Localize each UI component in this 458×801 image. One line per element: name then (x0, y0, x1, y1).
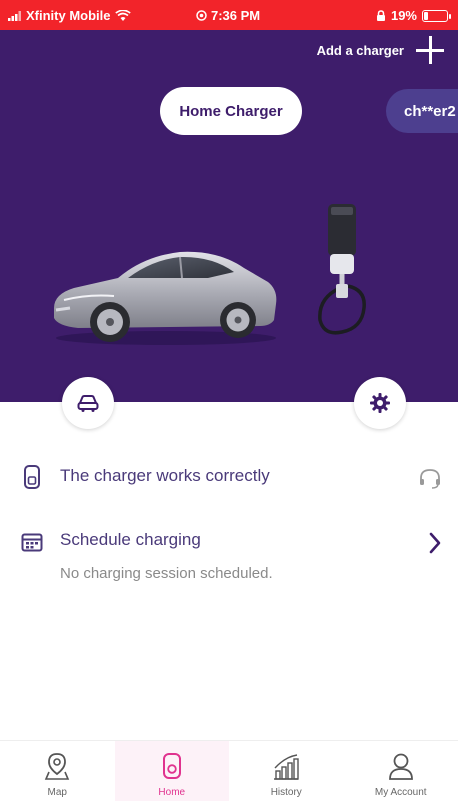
tab-label: Home Charger (179, 102, 283, 120)
map-pin-icon (45, 753, 70, 780)
battery-percent: 19% (390, 8, 417, 23)
vehicle-button[interactable] (62, 377, 114, 429)
schedule-charging-row[interactable]: Schedule charging No charging session sc… (0, 522, 458, 592)
signal-icon (8, 10, 21, 21)
charger-icon (24, 465, 40, 489)
charger-settings-button[interactable] (354, 377, 406, 429)
charger-status-row[interactable]: The charger works correctly (0, 458, 458, 498)
nav-map[interactable]: Map (0, 741, 115, 801)
nav-label: My Account (374, 787, 427, 798)
nav-label: Home (158, 787, 186, 798)
car-illustration (54, 251, 277, 345)
nav-home[interactable]: Home (114, 741, 229, 801)
add-charger-button[interactable]: Add a charger (317, 36, 444, 64)
location-icon (196, 10, 207, 21)
car-icon (77, 395, 99, 412)
schedule-charging-subtitle: No charging session scheduled. (60, 565, 273, 582)
status-bar: Xfinity Mobile 7:36 PM 19% (0, 0, 458, 30)
bottom-navigation: Map Home History My Account (0, 740, 458, 801)
plus-icon (416, 36, 444, 64)
user-icon (388, 753, 413, 780)
status-left: Xfinity Mobile (8, 8, 131, 23)
tab-home-charger[interactable]: Home Charger (160, 87, 302, 135)
nav-label: History (270, 787, 302, 798)
nav-history[interactable]: History (229, 741, 344, 801)
charger-icon (162, 753, 181, 779)
chevron-right-icon[interactable] (428, 532, 442, 554)
tab-label: ch**er2 (404, 102, 456, 120)
clock: 7:36 PM (211, 8, 261, 23)
battery-icon (422, 9, 451, 22)
headset-icon[interactable] (418, 467, 442, 489)
carrier-name: Xfinity Mobile (26, 8, 111, 23)
wifi-icon (114, 9, 131, 21)
tab-charger-2[interactable]: ch**er2 (386, 89, 458, 133)
status-right: 19% (376, 8, 451, 23)
hero-panel: Add a charger Home Charger ch**er2 (0, 30, 458, 402)
calendar-icon (21, 533, 43, 552)
nav-label: Map (47, 787, 67, 798)
charger-status-text: The charger works correctly (60, 466, 270, 485)
wallbox-illustration (318, 204, 366, 335)
status-center: 7:36 PM (196, 8, 260, 23)
nav-my-account[interactable]: My Account (344, 741, 458, 801)
battery-fill (424, 11, 428, 20)
lock-icon (376, 10, 385, 21)
schedule-charging-title: Schedule charging (60, 530, 201, 549)
add-charger-label: Add a charger (316, 42, 404, 58)
chart-icon (274, 754, 299, 780)
gear-icon (370, 393, 390, 413)
